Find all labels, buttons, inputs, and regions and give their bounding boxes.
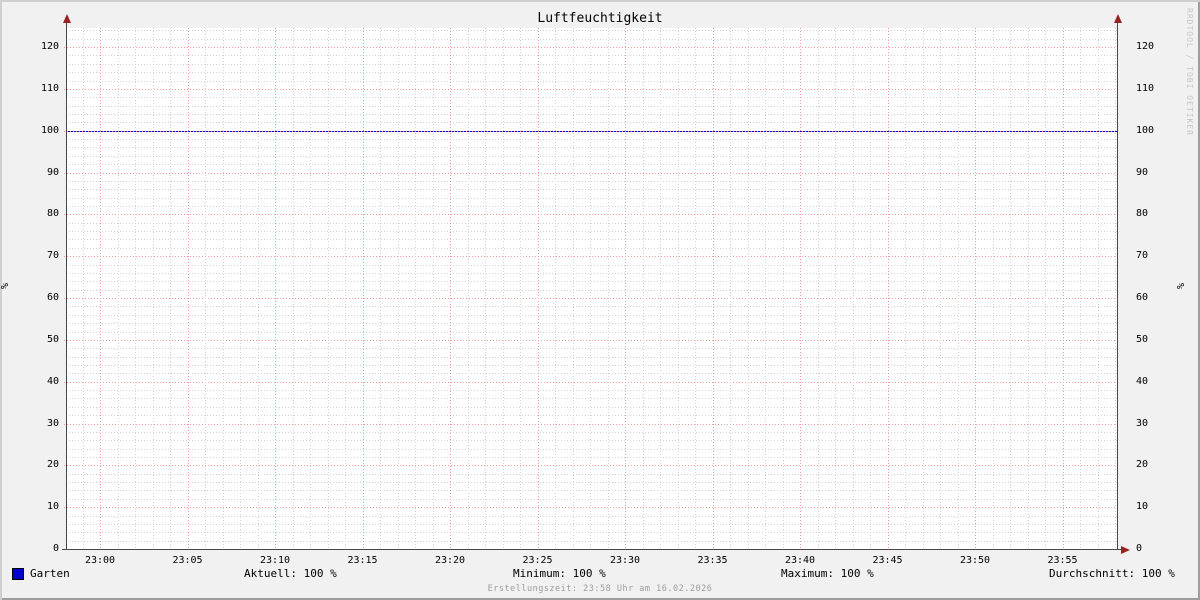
stat-durchschnitt: Durchschnitt: 100 % [1049, 567, 1175, 580]
stat-aktuell: Aktuell: 100 % [244, 567, 337, 580]
legend-color-swatch-garten [12, 568, 24, 580]
stat-minimum: Minimum: 100 % [513, 567, 606, 580]
creation-time-note: Erstellungszeit: 23:58 Uhr am 16.02.2026 [487, 584, 713, 594]
stat-maximum: Maximum: 100 % [781, 567, 874, 580]
legend-label-garten: Garten [30, 567, 70, 580]
legend-row: Garten Aktuell: 100 % Minimum: 100 % Max… [0, 0, 1200, 600]
rrdtool-graph: Luftfeuchtigkeit RRDTOOL / TOBI OETIKER … [0, 0, 1200, 600]
